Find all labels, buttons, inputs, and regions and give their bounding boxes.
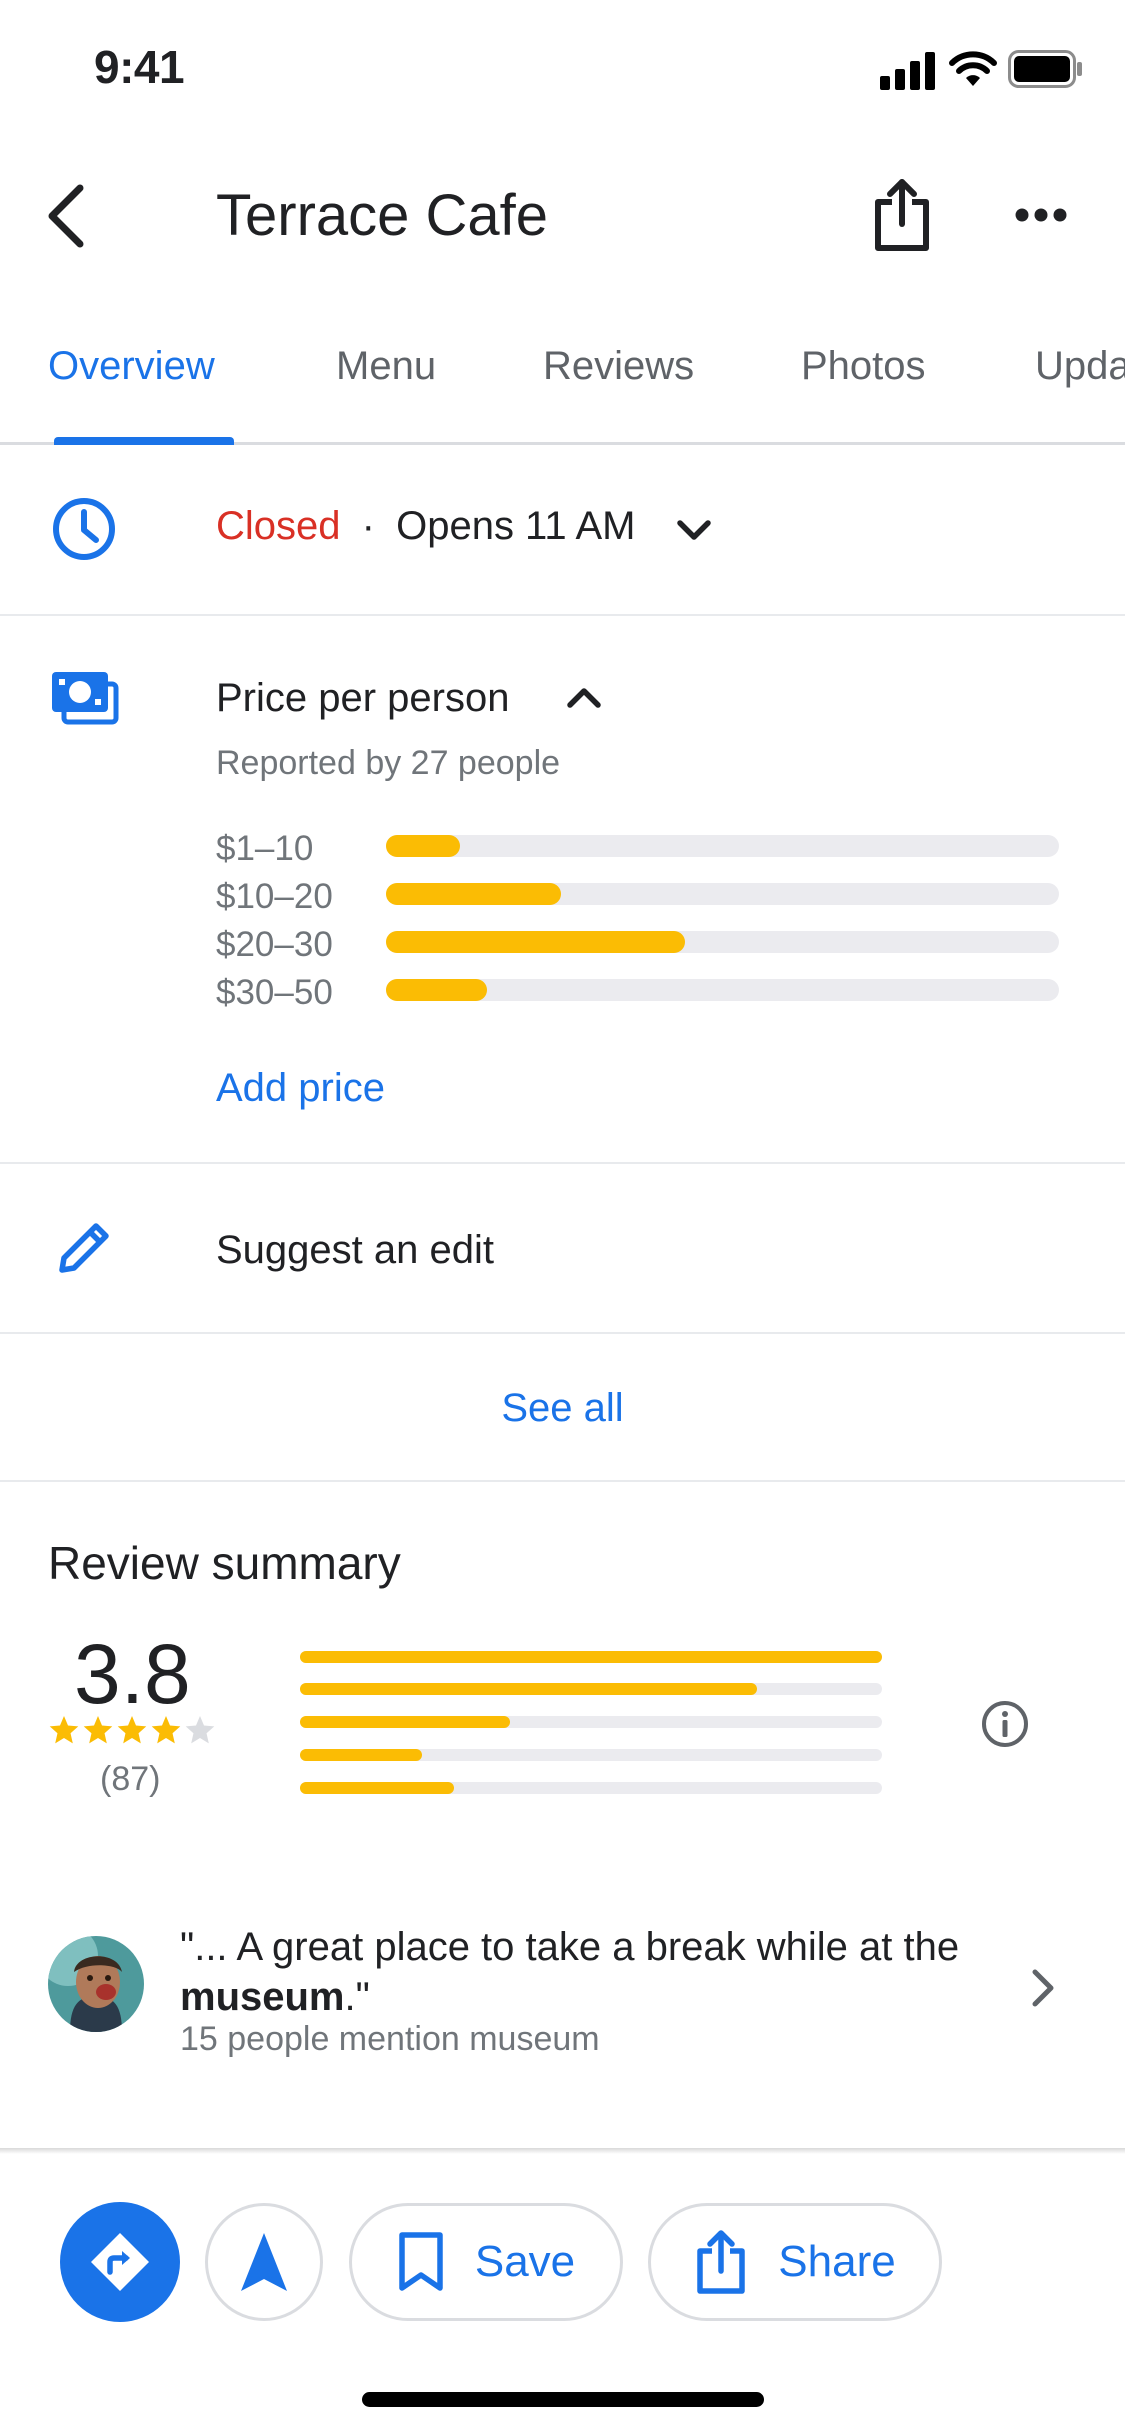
mention-quote-end: .": [344, 1975, 370, 2019]
back-arrow-icon[interactable]: [44, 184, 88, 248]
chevron-right-icon: [1032, 1969, 1054, 2007]
cellular-signal-icon: [880, 52, 935, 90]
save-button[interactable]: Save: [349, 2203, 623, 2321]
price-bar-track: [386, 835, 1059, 857]
share-icon[interactable]: [870, 176, 934, 252]
hours-row[interactable]: Closed · Opens 11 AM: [216, 504, 636, 549]
price-reported: Reported by 27 people: [216, 744, 561, 782]
price-bar-track: [386, 979, 1059, 1001]
rating-bar-track: [300, 1782, 882, 1794]
share-button[interactable]: Share: [648, 2203, 942, 2321]
clock-icon: [53, 498, 115, 560]
price-range-label: $10–20: [216, 877, 333, 916]
price-range-label: $1–10: [216, 829, 314, 868]
mention-keyword: museum: [180, 1975, 345, 2019]
price-bar-fill: [386, 979, 487, 1001]
divider: [0, 1332, 1125, 1334]
price-title: Price per person: [216, 676, 510, 720]
rating-bar-track: [300, 1749, 882, 1761]
page-title: Terrace Cafe: [216, 183, 549, 248]
rating-bar-fill: [300, 1683, 757, 1695]
status-time: 9:41: [94, 41, 185, 93]
active-tab-indicator: [54, 437, 234, 445]
price-range-label: $20–30: [216, 925, 333, 964]
price-bar-fill: [386, 931, 686, 953]
suggest-edit-button[interactable]: Suggest an edit: [216, 1228, 494, 1273]
navigation-arrow-icon: [241, 2233, 287, 2291]
tab-reviews[interactable]: Reviews: [543, 344, 694, 389]
review-summary-title: Review summary: [48, 1537, 401, 1589]
tab-overview[interactable]: Overview: [48, 344, 215, 389]
avatar: [48, 1936, 144, 2032]
directions-icon: [91, 2233, 149, 2291]
rating-bar-fill: [300, 1749, 423, 1761]
rating-bar-fill: [300, 1716, 510, 1728]
mention-count: 15 people mention museum: [180, 2020, 600, 2058]
chevron-down-icon[interactable]: [676, 518, 712, 542]
rating-bar-fill: [300, 1651, 882, 1663]
bookmark-icon: [399, 2232, 443, 2291]
opens-time: Opens 11 AM: [396, 504, 636, 548]
rating-bar-track: [300, 1651, 882, 1663]
review-count: (87): [100, 1760, 161, 1798]
action-bar-divider: [0, 2148, 1125, 2154]
closed-status: Closed: [216, 504, 341, 548]
mention-quote-text: "... A great place to take a break while…: [180, 1925, 960, 1969]
see-all-link[interactable]: See all: [0, 1386, 1125, 1431]
start-navigation-button[interactable]: [205, 2203, 323, 2321]
rating-stars: [48, 1714, 216, 1746]
money-icon: [52, 672, 119, 725]
home-indicator: [362, 2392, 764, 2407]
share-icon: [697, 2230, 746, 2294]
mention-quote: "... A great place to take a break while…: [180, 1922, 1000, 2022]
info-icon[interactable]: [980, 1699, 1030, 1749]
more-options-icon[interactable]: [1014, 204, 1068, 226]
hours-separator: ·: [361, 504, 375, 548]
price-bar-track: [386, 883, 1059, 905]
price-bar-fill: [386, 835, 461, 857]
star-icon: [151, 1716, 181, 1744]
rating-value: 3.8: [74, 1627, 191, 1721]
wifi-icon: [949, 51, 997, 86]
tab-updates[interactable]: Upda: [1035, 344, 1125, 389]
price-range-label: $30–50: [216, 973, 333, 1012]
add-price-link[interactable]: Add price: [216, 1066, 385, 1111]
star-icon: [49, 1716, 79, 1744]
divider: [0, 614, 1125, 616]
battery-icon: [1008, 50, 1082, 88]
divider: [0, 1162, 1125, 1164]
share-button-label: Share: [778, 2237, 896, 2286]
chevron-up-icon[interactable]: [566, 686, 602, 710]
star-icon: [83, 1716, 113, 1744]
price-bar-fill: [386, 883, 561, 905]
pencil-icon: [59, 1223, 109, 1273]
price-bar-track: [386, 931, 1059, 953]
rating-bar-track: [300, 1716, 882, 1728]
star-icon: [185, 1716, 215, 1744]
save-button-label: Save: [474, 2237, 576, 2286]
star-icon: [117, 1716, 147, 1744]
tab-menu[interactable]: Menu: [336, 344, 436, 389]
directions-button[interactable]: [60, 2202, 180, 2322]
rating-bar-track: [300, 1683, 882, 1695]
mention-row[interactable]: "... A great place to take a break while…: [0, 1900, 1125, 2080]
rating-bar-fill: [300, 1782, 455, 1794]
tab-photos[interactable]: Photos: [801, 344, 926, 389]
divider: [0, 1480, 1125, 1482]
